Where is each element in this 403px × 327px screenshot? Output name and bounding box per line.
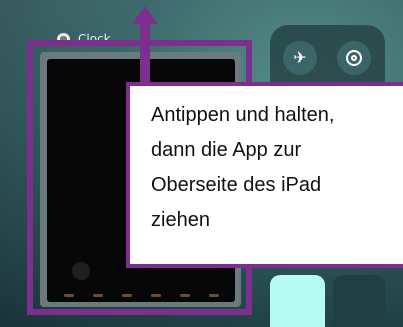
airplane-icon: ✈ <box>293 48 307 67</box>
instruction-line: ziehen <box>151 209 210 231</box>
instruction-callout: Antippen und halten, dann die App zur Ob… <box>126 82 403 268</box>
instruction-text: Antippen und halten, dann die App zur Ob… <box>151 98 403 238</box>
swipe-up-arrow-head <box>132 6 158 24</box>
airplane-mode-button[interactable]: ✈ <box>283 41 317 75</box>
instruction-line: dann die App zur <box>151 139 302 161</box>
brightness-slider[interactable] <box>270 275 325 327</box>
instruction-line: Oberseite des iPad <box>151 174 322 196</box>
airdrop-icon <box>346 50 362 66</box>
instruction-line: Antippen und halten, <box>151 104 335 126</box>
volume-slider[interactable] <box>333 275 385 327</box>
airdrop-button[interactable] <box>337 41 371 75</box>
